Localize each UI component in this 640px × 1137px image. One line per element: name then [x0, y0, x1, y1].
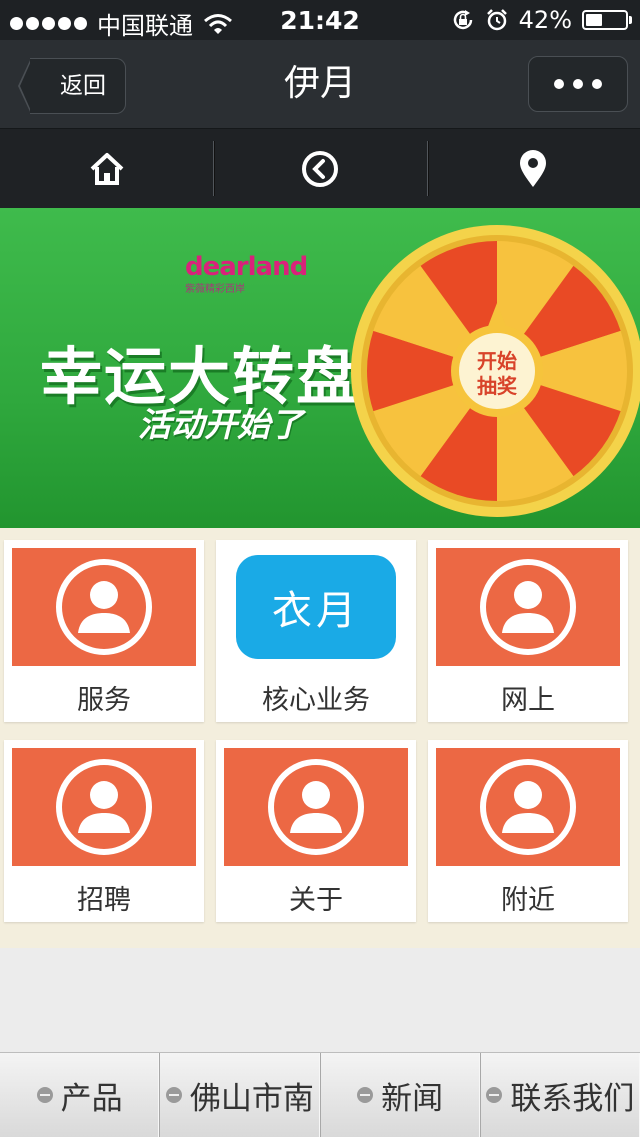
logo-text: 衣月: [272, 588, 360, 634]
tile-image: 衣月: [224, 548, 408, 666]
wheel-center-line2: 抽奖: [477, 374, 518, 398]
toolbar: [0, 129, 640, 208]
toolbar-location-button[interactable]: [426, 129, 640, 208]
home-icon: [90, 152, 124, 185]
tile-label: 核心业务: [262, 685, 370, 716]
banner-subline: 活动开始了: [138, 405, 303, 444]
tile-nearby[interactable]: 附近: [428, 740, 628, 922]
battery-icon: [582, 10, 632, 30]
tile-recruitment[interactable]: 招聘: [4, 740, 204, 922]
brand-logo: dearland 紫薇精彩西岸: [185, 252, 308, 295]
person-placeholder-icon: [480, 759, 576, 855]
tile-about[interactable]: 关于: [216, 740, 416, 922]
person-placeholder-icon: [480, 559, 576, 655]
alarm-icon: [486, 9, 507, 31]
tile-label: 关于: [289, 885, 343, 916]
footer-tab-products[interactable]: 产品: [0, 1053, 161, 1137]
footer-tab-label: 联系我们: [510, 1080, 635, 1117]
lucky-wheel: 开始 抽奖: [351, 225, 640, 517]
tile-image: [436, 548, 620, 666]
more-dots-icon: [592, 79, 602, 89]
tile-label: 网上: [501, 685, 555, 716]
status-bar-right: 42%: [451, 6, 632, 34]
tile-image: [12, 748, 196, 866]
tile-image: [224, 748, 408, 866]
brand-logo-icon: 衣月: [236, 555, 396, 659]
tile-label: 招聘: [77, 885, 131, 916]
footer-tab-label: 新闻: [381, 1080, 444, 1117]
tile-core-business[interactable]: 衣月 核心业务: [216, 540, 416, 722]
footer-tab-contact[interactable]: 联系我们: [481, 1053, 640, 1137]
rotation-lock-icon: [453, 10, 472, 30]
battery-fill: [586, 14, 602, 26]
wheel-center-line1: 开始: [477, 349, 517, 373]
more-button[interactable]: [528, 56, 628, 112]
footer-tab-label: 产品: [60, 1080, 123, 1117]
tile-label: 附近: [501, 885, 555, 916]
toolbar-home-button[interactable]: [0, 129, 213, 208]
back-circle-icon: [301, 150, 338, 187]
nav-bar: 返回 伊月: [0, 40, 640, 129]
footer-tab-label: 佛山市南: [189, 1080, 314, 1117]
tile-service[interactable]: 服务: [4, 540, 204, 722]
brand-subtitle: 紫薇精彩西岸: [185, 284, 245, 295]
status-bar: 中国联通 21:42 42%: [0, 0, 640, 40]
menu-bullet-icon: [165, 1087, 182, 1103]
footer-tab-foshan[interactable]: 佛山市南: [160, 1053, 321, 1137]
brand-name: dearland: [185, 252, 308, 282]
person-placeholder-icon: [268, 759, 364, 855]
battery-percent: 42%: [518, 6, 572, 34]
tile-image: [436, 748, 620, 866]
toolbar-back-button[interactable]: [213, 129, 426, 208]
tile-online[interactable]: 网上: [428, 540, 628, 722]
tile-label: 服务: [77, 685, 131, 716]
person-placeholder-icon: [56, 559, 152, 655]
menu-bullet-icon: [36, 1087, 53, 1103]
menu-bullet-icon: [486, 1087, 503, 1103]
footer-tab-news[interactable]: 新闻: [321, 1053, 481, 1137]
menu-bullet-icon: [357, 1087, 374, 1103]
more-dots-icon: [573, 79, 583, 89]
tile-image: [12, 548, 196, 666]
footer-tab-bar: 产品 佛山市南 新闻 联系我们: [0, 1052, 640, 1137]
menu-grid: 服务 衣月 核心业务 网上 招聘 关于 附近: [0, 528, 640, 948]
more-dots-icon: [554, 79, 564, 89]
location-pin-icon: [520, 149, 547, 187]
promo-banner[interactable]: dearland 紫薇精彩西岸 幸运大转盘 活动开始了 开始 抽奖: [0, 208, 640, 528]
person-placeholder-icon: [56, 759, 152, 855]
